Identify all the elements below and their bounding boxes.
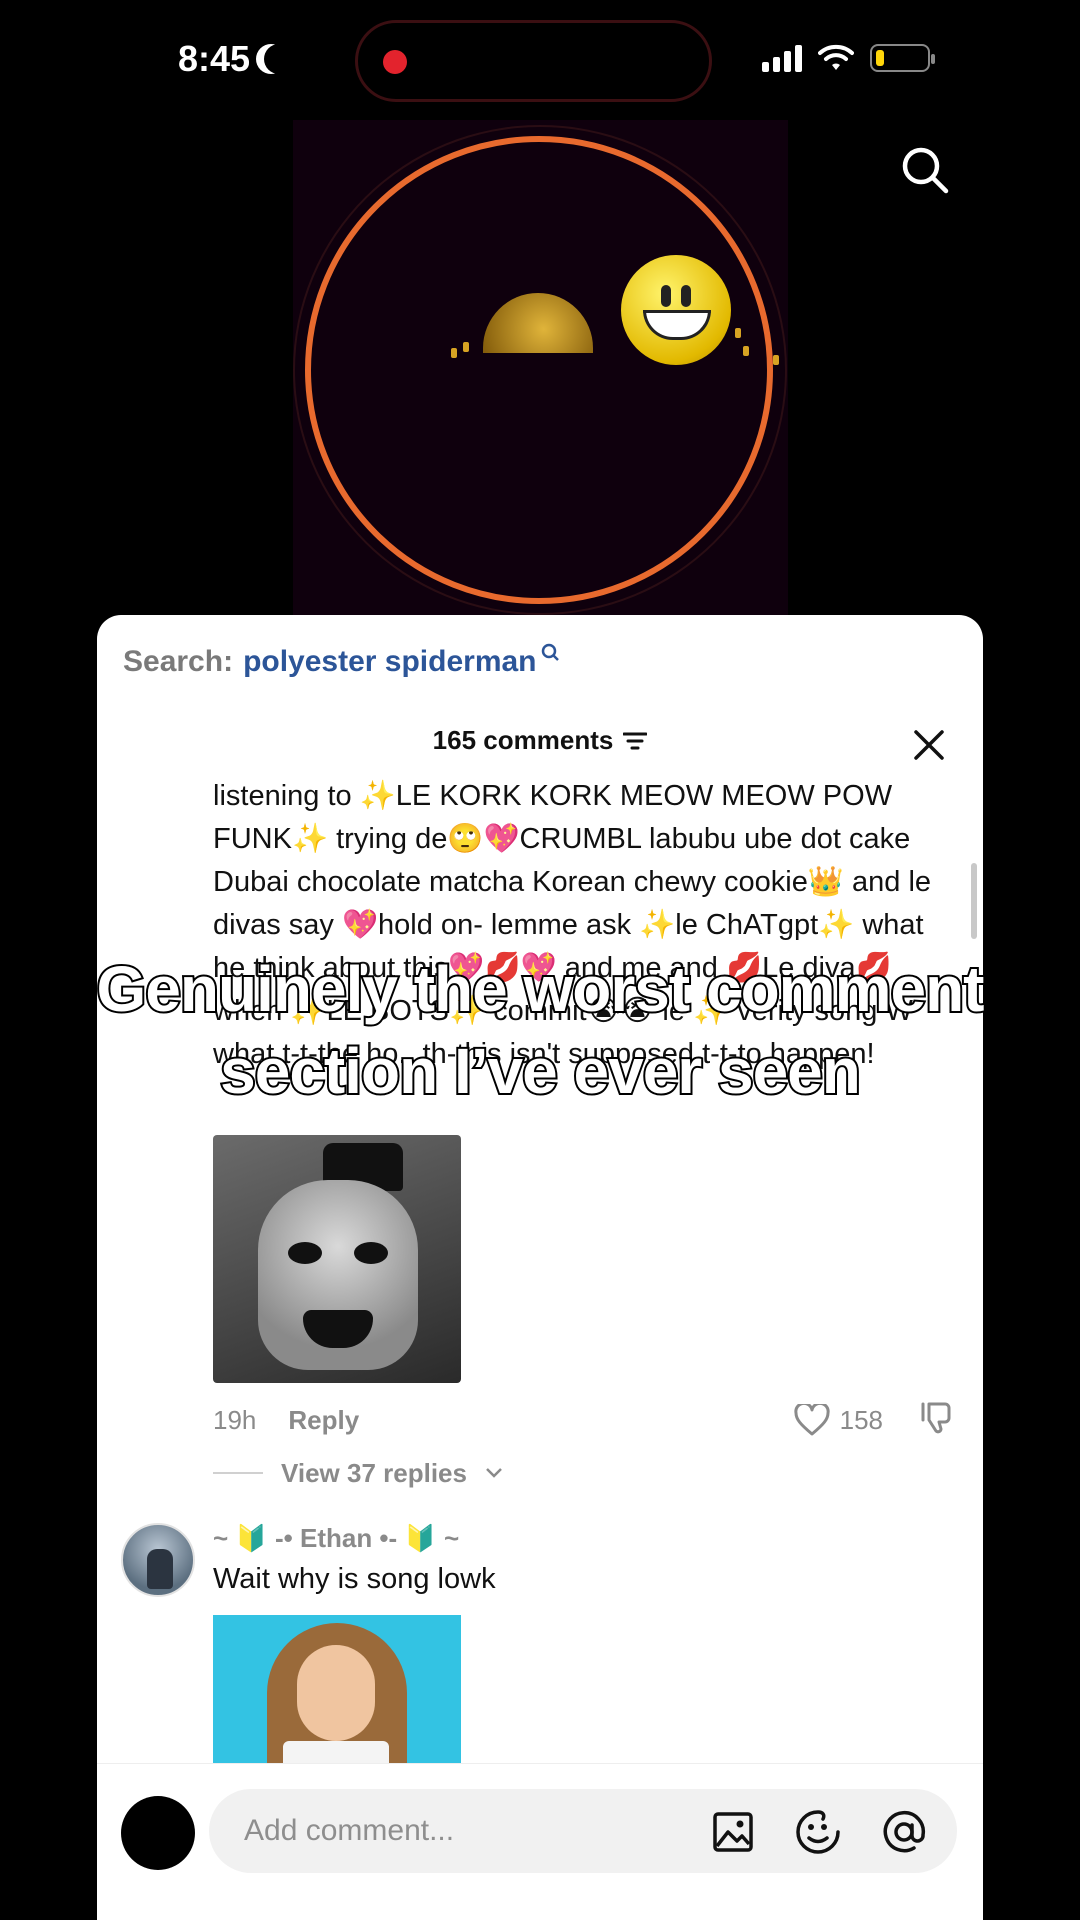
image-icon[interactable] (711, 1810, 755, 1854)
search-icon[interactable] (900, 145, 950, 195)
comments-sheet: Search: polyester spiderman 165 comments (97, 615, 983, 1920)
comments-header: 165 comments (97, 725, 983, 756)
smiley-icon (621, 255, 731, 365)
recording-dot-icon (383, 50, 407, 74)
status-time: 8:45 (178, 38, 295, 80)
caption-line-1: Genuinely the worst comment (95, 951, 987, 1027)
sparkle-icon (463, 342, 469, 352)
composer-icons (711, 1809, 927, 1855)
comment-image[interactable] (213, 1615, 461, 1775)
signal-icon (762, 44, 802, 72)
video-caption-overlay: Genuinely the worst comment section I’ve… (20, 948, 1060, 1112)
heart-icon (794, 1404, 830, 1436)
moon-icon (264, 44, 295, 74)
my-avatar (121, 1796, 195, 1870)
search-small-icon (541, 643, 559, 661)
comment-input[interactable]: Add comment... (209, 1789, 957, 1873)
like-count: 158 (839, 1404, 883, 1435)
status-bar: 8:45 (0, 0, 1080, 120)
search-term[interactable]: polyester spiderman (243, 645, 536, 679)
chevron-down-icon (486, 1468, 502, 1478)
time-label: 8:45 (178, 38, 251, 79)
sparkle-icon (773, 355, 779, 365)
status-icons (762, 44, 935, 72)
caption-line-2: section I’ve ever seen (218, 1033, 863, 1109)
sparkle-icon (743, 346, 749, 356)
comment-meta: 19h Reply 158 (213, 1400, 953, 1440)
comments-count: 165 comments (432, 725, 614, 755)
comment-composer: Add comment... (97, 1763, 983, 1920)
sort-icon[interactable] (623, 731, 648, 751)
comment-username[interactable]: ~ 🔰 -• Ethan •- 🔰 ~ (213, 1523, 459, 1554)
view-replies-button[interactable]: View 37 replies (213, 1453, 503, 1493)
scrollbar[interactable] (971, 863, 977, 939)
close-icon[interactable] (911, 727, 947, 763)
divider (213, 1472, 263, 1474)
reply-button[interactable]: Reply (288, 1405, 359, 1436)
video-ring (305, 136, 773, 604)
dislike-icon (921, 1402, 951, 1433)
search-suggestion[interactable]: Search: polyester spiderman (123, 643, 559, 679)
screen: 8:45 Search: polyester spiderman 165 com… (0, 0, 1080, 1920)
wifi-icon (818, 44, 854, 72)
battery-icon (870, 44, 935, 72)
avatar[interactable] (121, 1523, 195, 1597)
emoji-icon[interactable] (795, 1809, 841, 1855)
dynamic-island (355, 20, 712, 102)
sparkle-icon (451, 348, 457, 358)
dislike-button[interactable] (919, 1400, 953, 1441)
comment-placeholder: Add comment... (244, 1814, 455, 1847)
mention-icon[interactable] (881, 1809, 927, 1855)
view-replies-label: View 37 replies (281, 1457, 467, 1488)
comment-text: Wait why is song lowk (213, 1563, 496, 1595)
comment-time: 19h (213, 1404, 257, 1435)
like-button[interactable]: 158 (794, 1404, 883, 1436)
video-player[interactable] (293, 120, 788, 615)
sparkle-icon (735, 328, 741, 338)
comment-image[interactable] (213, 1135, 461, 1383)
search-label: Search: (123, 645, 234, 678)
